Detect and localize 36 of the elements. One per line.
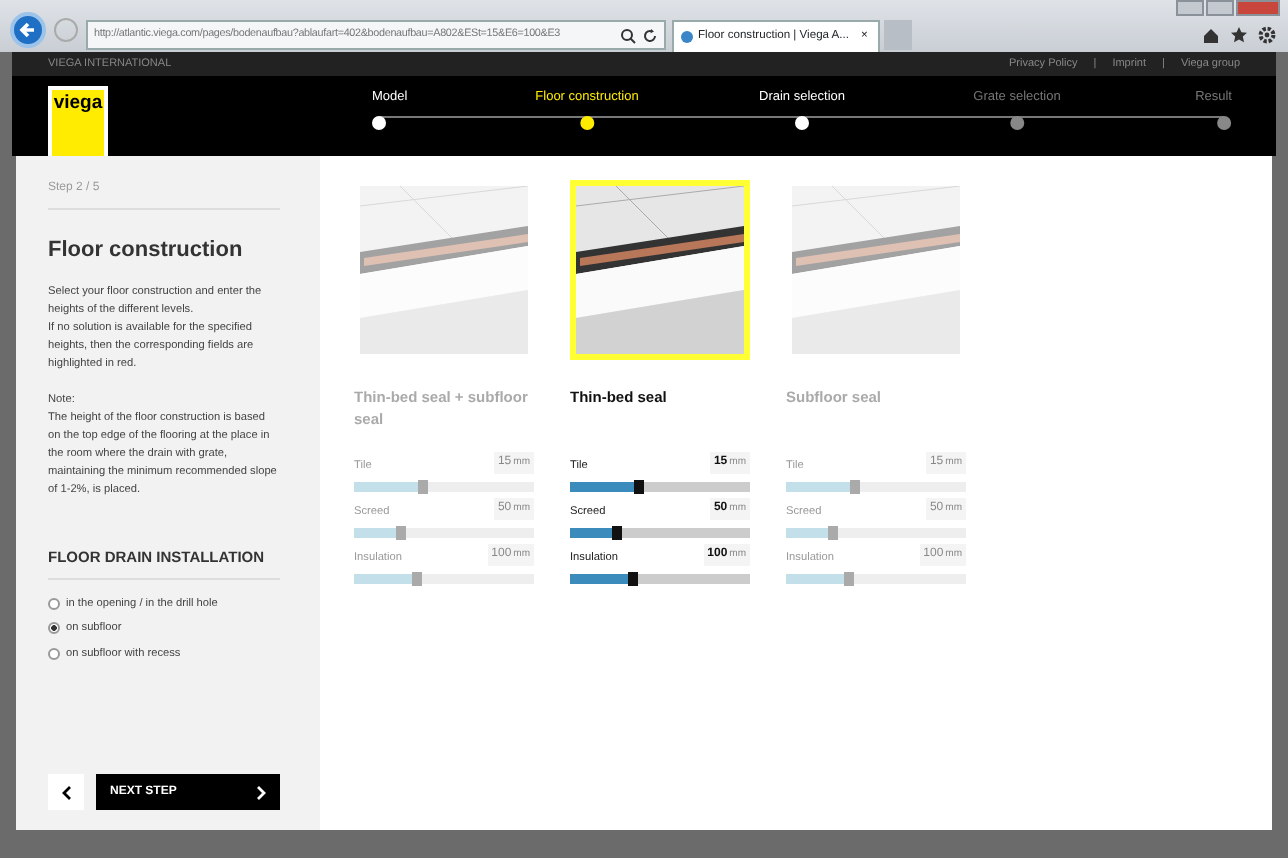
slider-handle[interactable] <box>418 480 429 494</box>
slider-handle[interactable] <box>634 480 645 494</box>
slider-handle[interactable] <box>843 572 854 586</box>
slider-track[interactable] <box>570 482 750 492</box>
slider-handle[interactable] <box>850 480 861 494</box>
slider-track[interactable] <box>354 482 534 492</box>
chevron-right-icon <box>256 785 266 799</box>
slider-track[interactable] <box>570 528 750 538</box>
settings-icon[interactable] <box>1258 26 1276 44</box>
slider-handle[interactable] <box>612 526 623 540</box>
minimize-button[interactable] <box>1176 0 1204 16</box>
star-icon[interactable] <box>1230 26 1248 44</box>
slider-handle[interactable] <box>396 526 407 540</box>
refresh-icon[interactable] <box>642 27 658 43</box>
slider-handle[interactable] <box>828 526 839 540</box>
slider-handle[interactable] <box>411 572 422 586</box>
slider-track[interactable] <box>786 574 966 584</box>
slider-track[interactable] <box>786 482 966 492</box>
forward-button[interactable] <box>54 18 78 42</box>
search-icon[interactable] <box>620 27 636 43</box>
slider-track[interactable] <box>786 528 966 538</box>
back-arrow-icon <box>18 20 38 40</box>
slider-track[interactable] <box>570 574 750 584</box>
radio-button[interactable] <box>48 647 60 660</box>
slider-handle[interactable] <box>627 572 638 586</box>
slider-track[interactable] <box>354 528 534 538</box>
radio-button[interactable] <box>48 622 60 635</box>
back-button[interactable] <box>48 774 84 810</box>
maximize-button[interactable] <box>1206 0 1234 16</box>
close-button[interactable] <box>1236 0 1280 16</box>
home-icon[interactable] <box>1202 26 1220 44</box>
slider-track[interactable] <box>354 574 534 584</box>
chevron-left-icon <box>61 785 71 799</box>
sidebar-title: Floor construction <box>48 236 245 266</box>
radio-button[interactable] <box>48 597 60 610</box>
viega-logo[interactable]: viega <box>48 86 108 156</box>
